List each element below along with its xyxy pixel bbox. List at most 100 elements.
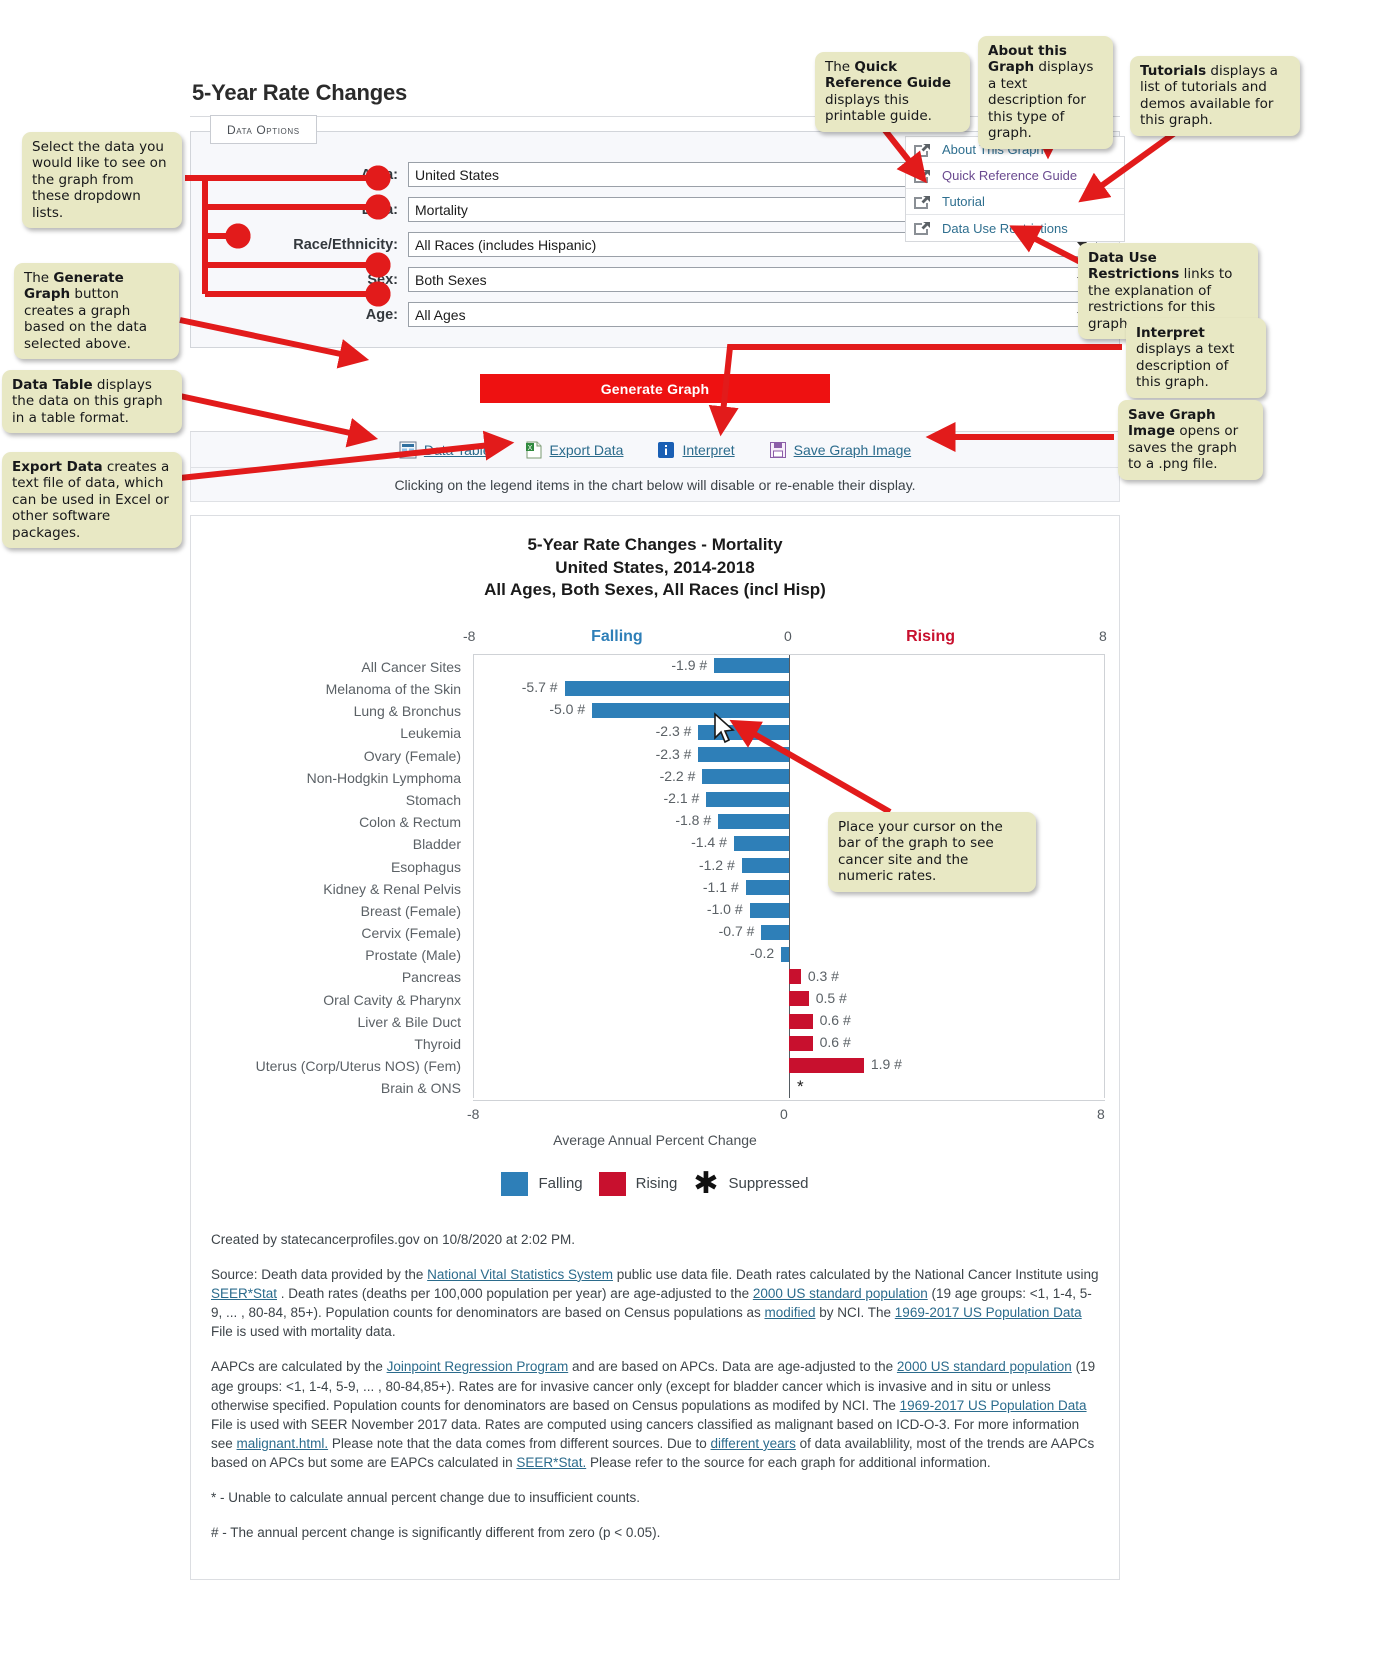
generate-graph-button[interactable]: Generate Graph bbox=[480, 374, 830, 403]
footnote-link[interactable]: malignant.html. bbox=[237, 1436, 329, 1451]
axis-top-tick-min: -8 bbox=[463, 627, 476, 644]
bar-row[interactable]: -2.3 # bbox=[474, 744, 1104, 766]
category-label: Bladder bbox=[412, 836, 461, 853]
select-race-value: All Races (includes Hispanic) bbox=[415, 236, 597, 253]
footnote-link[interactable]: different years bbox=[711, 1436, 796, 1451]
bar-row[interactable]: -5.0 # bbox=[474, 699, 1104, 721]
bar-row[interactable]: -0.2 bbox=[474, 943, 1104, 965]
bar-row[interactable]: -5.7 # bbox=[474, 677, 1104, 699]
bar-value-label: 0.5 # bbox=[815, 989, 847, 1006]
bar-falling[interactable] bbox=[698, 747, 789, 763]
category-label: Esophagus bbox=[390, 858, 461, 875]
bar-falling[interactable] bbox=[702, 769, 789, 785]
footnote-link[interactable]: 1969-2017 US Population Data bbox=[895, 1305, 1082, 1320]
bar-row[interactable]: -2.1 # bbox=[474, 788, 1104, 810]
chart-title-line-3: All Ages, Both Sexes, All Races (incl Hi… bbox=[484, 580, 826, 600]
legend-label-falling: Falling bbox=[538, 1175, 583, 1193]
bar-row[interactable]: 0.6 # bbox=[474, 1010, 1104, 1032]
footnote-link[interactable]: National Vital Statistics System bbox=[427, 1267, 613, 1282]
bar-rising[interactable] bbox=[789, 1013, 813, 1029]
bar-value-label: -1.2 # bbox=[698, 856, 735, 873]
bar-falling[interactable] bbox=[741, 858, 789, 874]
mouse-cursor-icon bbox=[714, 712, 735, 744]
export-data-label: Export Data bbox=[549, 441, 624, 458]
graph-toolbar: Data Table X Export Data Interpret Save … bbox=[190, 432, 1120, 468]
callout-interpret: Interpret displays a text description of… bbox=[1126, 318, 1266, 398]
bar-falling[interactable] bbox=[718, 813, 789, 829]
bar-falling[interactable] bbox=[564, 680, 789, 696]
export-data-button[interactable]: X Export Data bbox=[525, 441, 624, 459]
bar-row[interactable]: 0.6 # bbox=[474, 1032, 1104, 1054]
callout-cursor: Place your cursor on the bar of the grap… bbox=[828, 812, 1036, 892]
save-graph-image-button[interactable]: Save Graph Image bbox=[769, 441, 912, 459]
bar-falling[interactable] bbox=[733, 835, 789, 851]
category-label: Breast (Female) bbox=[360, 902, 461, 919]
footnote-link[interactable]: 2000 US standard population bbox=[753, 1286, 928, 1301]
select-sex[interactable]: Both Sexes bbox=[408, 267, 1097, 292]
category-label: Liver & Bile Duct bbox=[357, 1013, 461, 1030]
bar-row[interactable]: 0.5 # bbox=[474, 988, 1104, 1010]
bar-row[interactable]: -1.9 # bbox=[474, 655, 1104, 677]
footnote-link[interactable]: modified bbox=[764, 1305, 815, 1320]
bar-falling[interactable] bbox=[781, 946, 789, 962]
bar-rising[interactable] bbox=[789, 1035, 813, 1051]
external-link-icon bbox=[914, 195, 930, 209]
label-area: Area: bbox=[360, 166, 398, 183]
option-row-sex: Sex: Both Sexes bbox=[213, 267, 1097, 292]
link-quick-reference-guide[interactable]: Quick Reference Guide bbox=[906, 163, 1124, 189]
data-options-tab-label: Data Options bbox=[227, 123, 300, 137]
external-link-icon bbox=[914, 222, 930, 235]
generate-graph-label: Generate Graph bbox=[600, 380, 710, 397]
callout-generate: The Generate Graph button creates a grap… bbox=[14, 263, 179, 360]
bar-value-label: -5.0 # bbox=[549, 701, 586, 718]
excel-icon: X bbox=[525, 441, 542, 458]
category-label: Brain & ONS bbox=[380, 1080, 461, 1097]
bar-rising[interactable] bbox=[789, 1057, 864, 1073]
legend-item-falling[interactable]: Falling bbox=[501, 1171, 583, 1196]
bar-row[interactable]: -0.7 # bbox=[474, 921, 1104, 943]
bar-value-label: 0.3 # bbox=[807, 967, 839, 984]
bar-value-label: -2.3 # bbox=[655, 745, 692, 762]
interpret-button[interactable]: Interpret bbox=[657, 441, 735, 459]
bar-row[interactable]: -2.2 # bbox=[474, 766, 1104, 788]
bar-rising[interactable] bbox=[789, 969, 801, 985]
bar-falling[interactable] bbox=[706, 791, 789, 807]
bar-value-label: -5.7 # bbox=[521, 679, 558, 696]
footnote-link[interactable]: Joinpoint Regression Program bbox=[387, 1359, 569, 1374]
save-graph-image-label: Save Graph Image bbox=[793, 441, 912, 458]
bar-falling[interactable] bbox=[714, 658, 789, 674]
footnote-link[interactable]: SEER*Stat. bbox=[516, 1455, 586, 1470]
footnote-link[interactable]: SEER*Stat bbox=[211, 1286, 277, 1301]
legend-item-rising[interactable]: Rising bbox=[598, 1171, 677, 1196]
link-data-use-restrictions[interactable]: Data Use Restrictions bbox=[906, 215, 1124, 241]
select-age[interactable]: All Ages bbox=[408, 302, 1097, 327]
link-tutorial[interactable]: Tutorial bbox=[906, 189, 1124, 215]
bar-falling[interactable] bbox=[745, 880, 789, 896]
note-source: Source: Death data provided by the Natio… bbox=[211, 1266, 1099, 1340]
link-tutorial-label: Tutorial bbox=[942, 194, 985, 209]
bar-row[interactable]: * bbox=[474, 1077, 1104, 1099]
bar-falling[interactable] bbox=[749, 902, 789, 918]
bar-row[interactable]: -1.0 # bbox=[474, 899, 1104, 921]
x-axis-label: Average Annual Percent Change bbox=[553, 1131, 757, 1148]
data-table-label: Data Table bbox=[423, 441, 491, 458]
legend-swatch-falling bbox=[501, 1171, 529, 1196]
axis-bottom-tick-zero: 0 bbox=[780, 1105, 788, 1122]
legend-item-suppressed[interactable]: ✱ Suppressed bbox=[693, 1168, 808, 1198]
chart-legend: Falling Rising ✱ Suppressed bbox=[205, 1168, 1105, 1198]
footnote-link[interactable]: 2000 US standard population bbox=[897, 1359, 1072, 1374]
callout-about: About this Graph displays a text descrip… bbox=[978, 36, 1113, 149]
label-data: Data: bbox=[361, 201, 398, 218]
footnote-link[interactable]: 1969-2017 US Population Data bbox=[900, 1398, 1087, 1413]
falling-label: Falling bbox=[591, 627, 643, 645]
bar-falling[interactable] bbox=[761, 924, 789, 940]
data-options-tab[interactable]: Data Options bbox=[210, 115, 317, 144]
bar-row[interactable]: 1.9 # bbox=[474, 1054, 1104, 1076]
data-table-button[interactable]: Data Table bbox=[399, 441, 491, 459]
bar-row[interactable]: 0.3 # bbox=[474, 966, 1104, 988]
chart-card: 5-Year Rate Changes - Mortality United S… bbox=[190, 515, 1120, 1580]
bar-row[interactable]: -2.3 # bbox=[474, 721, 1104, 743]
chart-title-line-2: United States, 2014-2018 bbox=[555, 557, 755, 577]
bar-falling[interactable] bbox=[592, 702, 789, 718]
bar-rising[interactable] bbox=[789, 991, 809, 1007]
